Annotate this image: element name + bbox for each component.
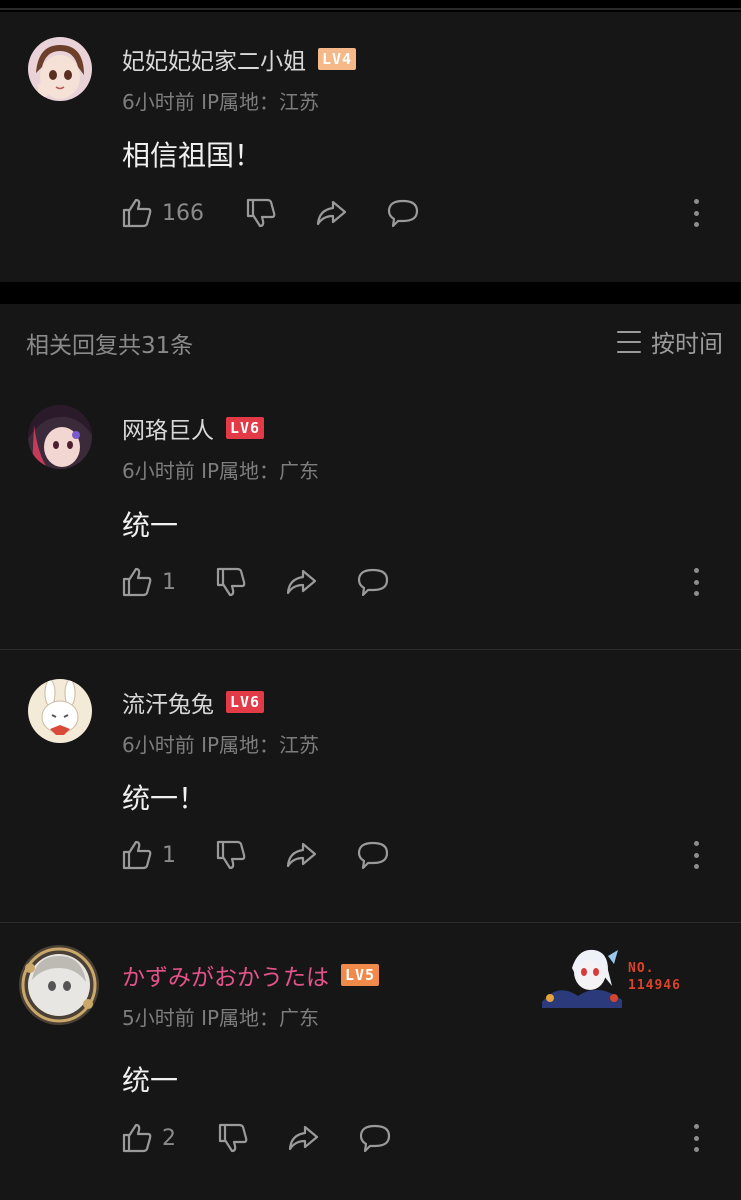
reply-button[interactable] — [358, 1121, 392, 1155]
like-count: 1 — [162, 569, 176, 595]
username[interactable]: 妃妃妃妃家二小姐 — [122, 42, 306, 76]
ip-location: IP属地：江苏 — [201, 90, 320, 114]
comment-actions: 2 — [120, 1121, 720, 1155]
comment-content: 统一！ — [122, 782, 207, 815]
comment-content: 统一 — [122, 509, 179, 542]
fan-badge[interactable]: NO. 114946 — [538, 942, 698, 1012]
avatar-image — [28, 37, 92, 101]
share-button[interactable] — [314, 196, 348, 230]
thumb-up-icon — [122, 1123, 152, 1153]
more-button[interactable] — [694, 841, 700, 869]
sort-label: 按时间 — [651, 330, 723, 358]
level-badge: LV5 — [341, 964, 380, 986]
like-button[interactable]: 1 — [120, 838, 176, 872]
more-icon — [694, 841, 699, 846]
share-button[interactable] — [284, 838, 318, 872]
like-button[interactable]: 1 — [120, 565, 176, 599]
thumb-up-icon — [122, 198, 152, 228]
more-button[interactable] — [694, 568, 700, 596]
thumb-up-icon — [122, 840, 152, 870]
ip-location: IP属地：江苏 — [201, 733, 320, 757]
replies-header: 相关回复共31条 按时间 — [0, 322, 741, 362]
level-badge: LV4 — [318, 48, 357, 70]
avatar[interactable] — [28, 37, 92, 101]
avatar[interactable] — [18, 944, 100, 1026]
ip-location: IP属地：广东 — [201, 459, 320, 483]
username[interactable]: かずみがおかうたは — [122, 958, 329, 992]
top-bar — [0, 0, 741, 10]
comment-meta: 6小时前 IP属地：江苏 — [122, 86, 319, 115]
dislike-button[interactable] — [216, 1121, 250, 1155]
like-count: 166 — [162, 200, 204, 226]
thumb-down-icon — [218, 1123, 248, 1153]
share-button[interactable] — [286, 1121, 320, 1155]
avatar-image — [19, 945, 99, 1025]
comment-meta: 6小时前 IP属地：江苏 — [122, 729, 319, 758]
comment-icon — [357, 568, 389, 597]
avatar[interactable] — [28, 405, 92, 469]
comment-meta: 6小时前 IP属地：广东 — [122, 455, 319, 484]
comment-icon — [359, 1124, 391, 1153]
comment-icon — [387, 199, 419, 228]
share-icon — [316, 200, 347, 226]
ip-location: IP属地：广东 — [201, 1006, 320, 1030]
comment-actions: 1 — [120, 838, 720, 872]
avatar[interactable] — [28, 679, 92, 743]
badge-number: 114946 — [628, 978, 681, 993]
reply-button[interactable] — [356, 838, 390, 872]
thumb-down-icon — [216, 567, 246, 597]
top-divider — [0, 8, 741, 10]
main-comment-card — [0, 12, 741, 282]
reply-button[interactable] — [356, 565, 390, 599]
dislike-button[interactable] — [244, 196, 278, 230]
fan-badge-art — [542, 949, 622, 1008]
more-button[interactable] — [694, 199, 700, 227]
comment-actions: 166 — [120, 196, 720, 230]
share-icon — [286, 842, 317, 868]
username[interactable]: 网珞巨人 — [122, 411, 214, 445]
replies-panel — [0, 304, 741, 1200]
like-button[interactable]: 2 — [120, 1121, 176, 1155]
timestamp: 6小时前 — [122, 459, 195, 483]
like-count: 1 — [162, 842, 176, 868]
share-icon — [286, 569, 317, 595]
badge-label: NO. — [628, 961, 655, 976]
avatar-image — [28, 679, 92, 743]
dislike-button[interactable] — [214, 565, 248, 599]
comment-meta: 5小时前 IP属地：广东 — [122, 1002, 319, 1031]
reply-count: 相关回复共31条 — [26, 333, 194, 359]
avatar-image — [28, 405, 92, 469]
reply-divider — [0, 649, 741, 650]
thumb-down-icon — [216, 840, 246, 870]
more-button[interactable] — [694, 1124, 700, 1152]
username[interactable]: 流汗兔兔 — [122, 685, 214, 719]
more-icon — [694, 1124, 699, 1129]
section-gap — [0, 282, 741, 304]
comment-actions: 1 — [120, 565, 720, 599]
reply-divider — [0, 922, 741, 923]
comment-content: 相信祖国！ — [122, 139, 263, 172]
like-count: 2 — [162, 1125, 176, 1151]
timestamp: 6小时前 — [122, 733, 195, 757]
like-button[interactable]: 166 — [120, 196, 204, 230]
timestamp: 5小时前 — [122, 1006, 195, 1030]
dislike-button[interactable] — [214, 838, 248, 872]
comment-icon — [357, 841, 389, 870]
share-icon — [288, 1125, 319, 1151]
more-icon — [694, 199, 699, 204]
reply-button[interactable] — [386, 196, 420, 230]
sort-icon — [617, 330, 641, 353]
level-badge: LV6 — [226, 417, 265, 439]
comment-content: 统一 — [122, 1064, 179, 1097]
sort-button[interactable]: 按时间 — [617, 324, 723, 359]
thumb-up-icon — [122, 567, 152, 597]
timestamp: 6小时前 — [122, 90, 195, 114]
more-icon — [694, 568, 699, 573]
level-badge: LV6 — [226, 691, 265, 713]
thumb-down-icon — [246, 198, 276, 228]
share-button[interactable] — [284, 565, 318, 599]
